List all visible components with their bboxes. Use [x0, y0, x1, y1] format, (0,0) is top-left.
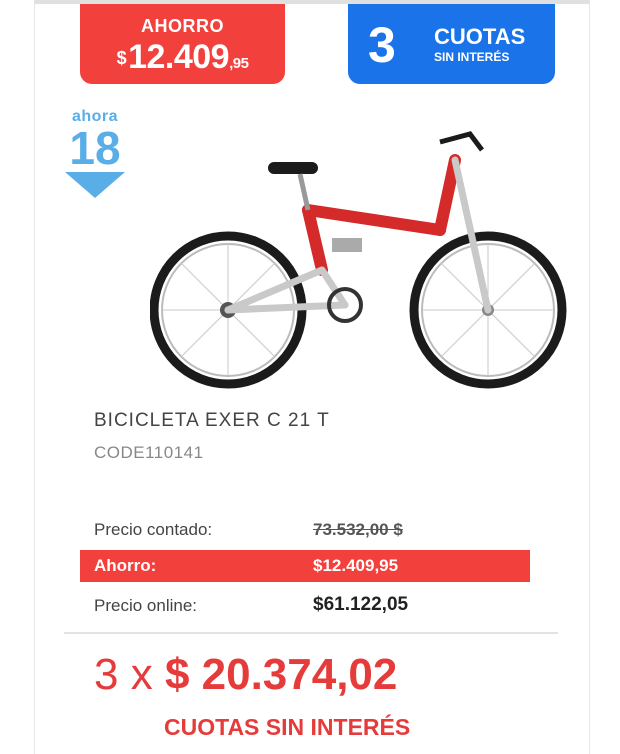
precio-contado-value: 73.532,00 $ [313, 520, 403, 539]
ahorro-row: Ahorro: $12.409,95 [80, 550, 530, 582]
cuotas-badge-number: 3 [368, 17, 396, 73]
ahorro-badge: AHORRO $12.409,95 [80, 4, 285, 84]
precio-contado-label: Precio contado: [94, 520, 213, 539]
installment-amount: $ 20.374,02 [164, 650, 398, 699]
installment-price: 3 x $ 20.374,02 [94, 650, 397, 700]
product-name[interactable]: BICICLETA EXER C 21 T [94, 410, 330, 432]
installment-subtitle: CUOTAS SIN INTERÉS [164, 714, 411, 740]
product-code: CODE110141 [94, 443, 204, 462]
currency-symbol: $ [116, 48, 127, 68]
cuotas-badge-label: CUOTAS [434, 24, 526, 49]
installment-prefix: 3 x [94, 650, 153, 699]
cuotas-badge-sub: SIN INTERÉS [434, 50, 510, 64]
divider [64, 632, 558, 634]
ahora-18-badge: ahora 18 [64, 108, 126, 212]
arrow-down-icon [65, 172, 125, 198]
precio-online-value: $61.122,05 [313, 594, 409, 615]
ahorro-label: Ahorro: [94, 556, 157, 575]
ahorro-badge-decimals: ,95 [229, 55, 249, 72]
product-image[interactable] [150, 120, 570, 390]
ahorro-badge-integer: 12.409 [128, 38, 230, 76]
ahorro-badge-label: AHORRO [141, 16, 224, 36]
ahora-number: 18 [69, 122, 121, 174]
cuotas-badge: 3 CUOTAS SIN INTERÉS [348, 4, 555, 84]
ahorro-value: $12.409,95 [313, 556, 399, 575]
ahorro-badge-amount: $12.409,95 [80, 38, 285, 77]
precio-online-label: Precio online: [94, 596, 198, 615]
